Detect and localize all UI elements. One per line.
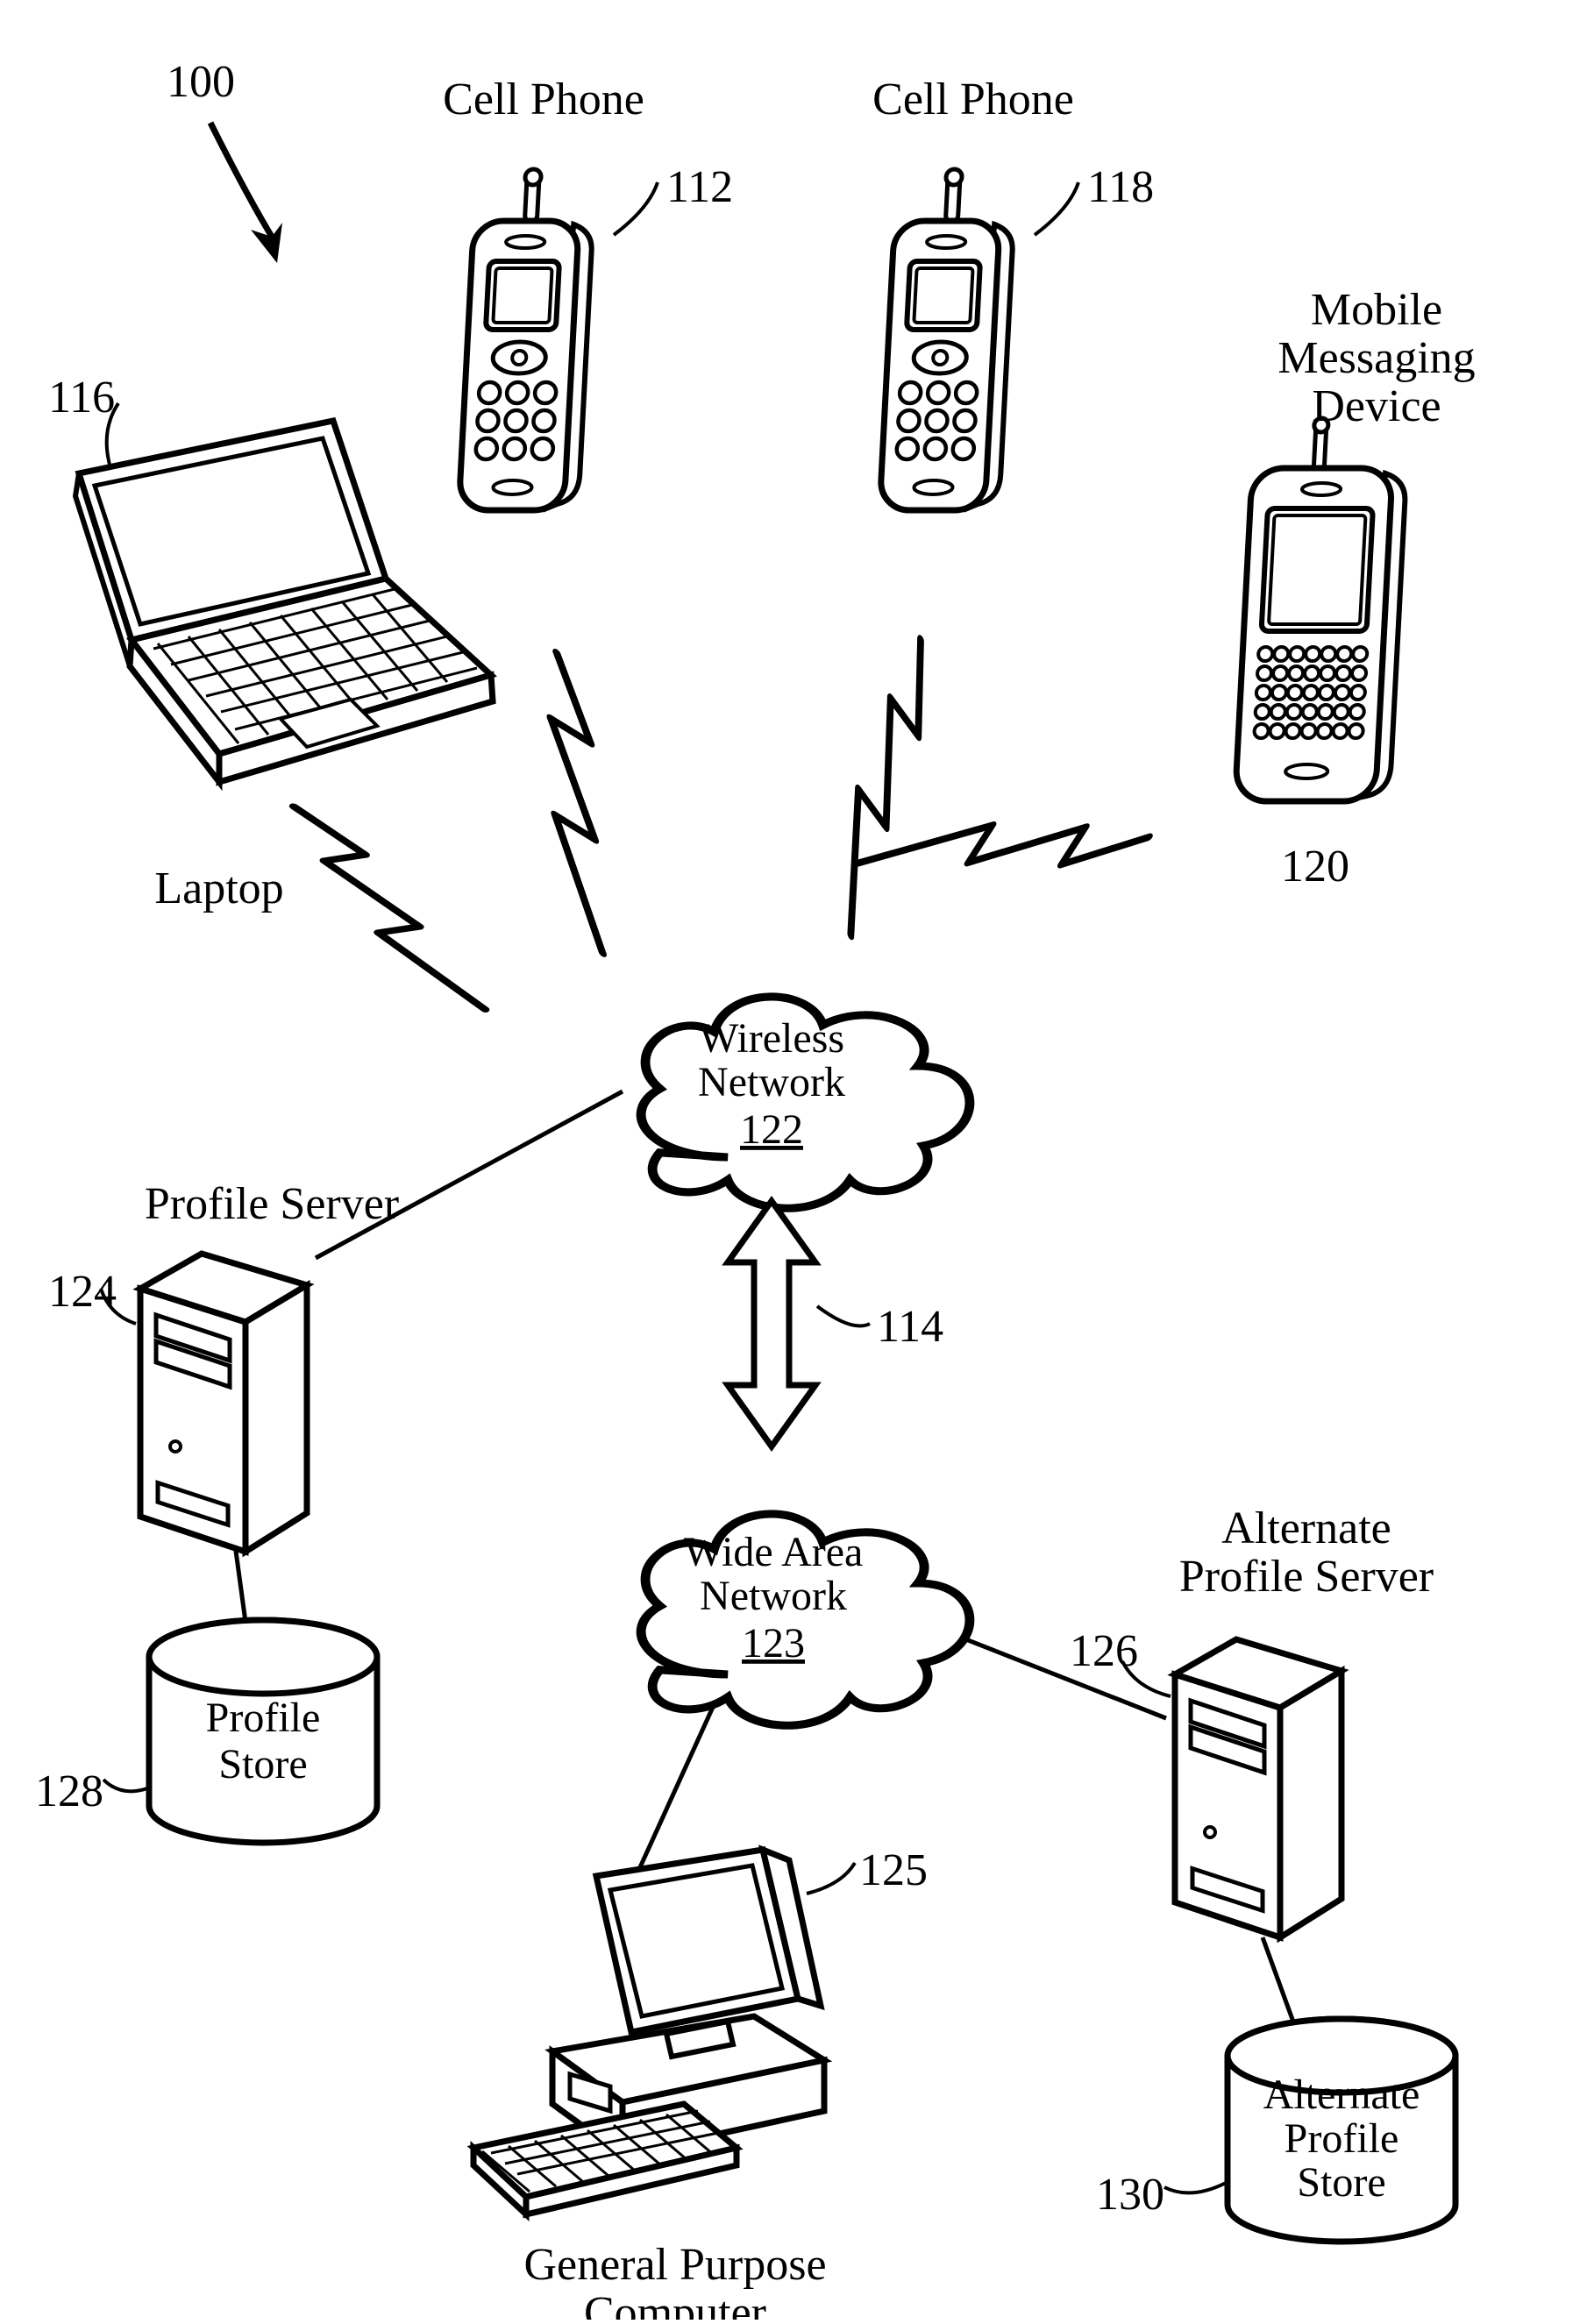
cell-phone-2-icon <box>879 169 1016 510</box>
wan-label-2: Network <box>700 1573 847 1619</box>
ref-114: 114 <box>877 1302 943 1352</box>
wireless-network-label-1: Wireless <box>699 1015 844 1062</box>
alternate-profile-server-icon <box>1175 1639 1341 1937</box>
ref-130: 130 <box>1096 2170 1164 2220</box>
laptop-icon <box>75 421 493 782</box>
ref-114-leader <box>817 1306 870 1326</box>
alt-store-label-2: Profile <box>1285 2115 1399 2162</box>
wireless-network-cloud: Wireless Network 122 <box>641 997 970 1208</box>
laptop-label: Laptop <box>154 864 283 913</box>
ref-112: 112 <box>666 162 733 212</box>
profile-server-icon <box>140 1254 307 1552</box>
alt-store-label-3: Store <box>1297 2159 1385 2206</box>
wide-area-network-cloud: Wide Area Network 123 <box>641 1514 970 1725</box>
alt-server-label-2: Profile Server <box>1179 1552 1434 1602</box>
ref-118: 118 <box>1087 162 1154 212</box>
ref-118-leader <box>1035 182 1078 235</box>
ref-116: 116 <box>48 373 115 423</box>
ref-130-leader <box>1164 2183 1226 2193</box>
cell-phone-2-label: Cell Phone <box>872 75 1074 124</box>
profile-store-label-1: Profile <box>206 1695 321 1741</box>
wan-label-1: Wide Area <box>684 1529 864 1575</box>
wireless-network-ref: 122 <box>740 1106 803 1153</box>
ref-124: 124 <box>48 1267 117 1317</box>
alt-store-label-1: Alternate <box>1263 2072 1420 2118</box>
gpc-label-2: Computer <box>584 2288 766 2320</box>
mmd-label-3: Device <box>1312 381 1441 431</box>
mobile-messaging-device-icon <box>1235 418 1409 801</box>
cloud-link-arrow <box>728 1201 815 1446</box>
mmd-label-2: Messaging <box>1277 333 1475 383</box>
general-purpose-computer-icon <box>473 1850 824 2214</box>
gpc-label-1: General Purpose <box>523 2240 826 2290</box>
ref-120: 120 <box>1281 842 1349 892</box>
ref-128: 128 <box>35 1766 103 1816</box>
cell-phone-1-label: Cell Phone <box>443 75 644 124</box>
wireless-network-label-2: Network <box>698 1059 845 1105</box>
ref-112-leader <box>614 182 658 235</box>
figure-reference-arrow <box>210 123 272 237</box>
network-diagram: Wireless Network 122 Wide Area Network 1… <box>0 0 1587 2320</box>
cell-phone-1-icon <box>459 169 595 510</box>
ref-125: 125 <box>859 1845 928 1895</box>
alt-server-label-1: Alternate <box>1221 1503 1391 1553</box>
figure-reference: 100 <box>167 57 235 107</box>
ref-128-leader <box>103 1780 147 1791</box>
profile-server-label: Profile Server <box>145 1179 399 1229</box>
ref-126: 126 <box>1070 1626 1138 1676</box>
wan-ref: 123 <box>742 1620 805 1667</box>
profile-store-label-2: Store <box>218 1741 307 1787</box>
mmd-label-1: Mobile <box>1311 285 1442 335</box>
ref-125-leader <box>807 1863 855 1894</box>
